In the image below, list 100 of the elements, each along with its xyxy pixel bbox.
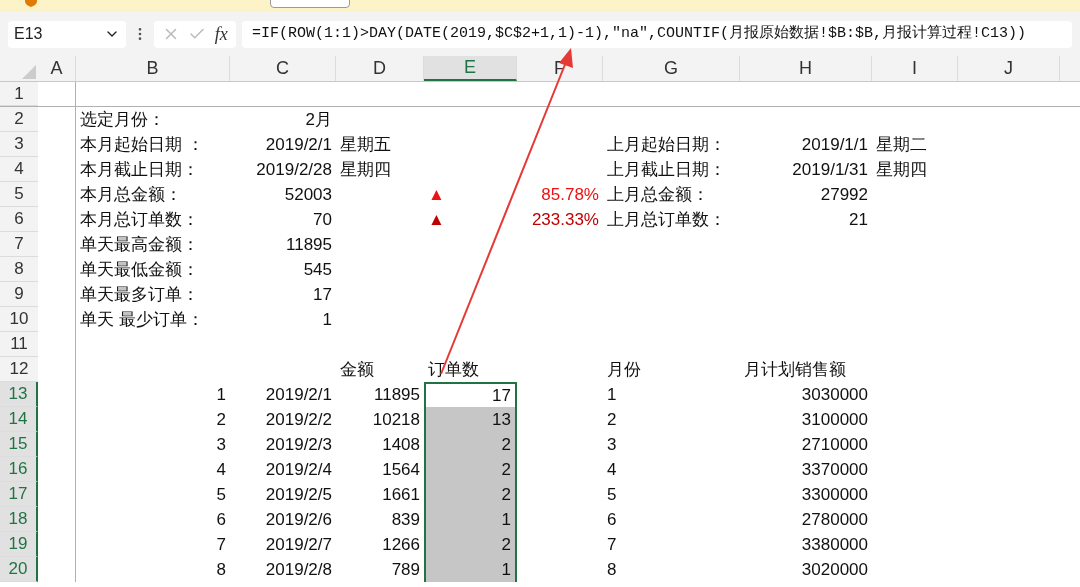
table-cell-text: 8 [606, 558, 618, 581]
table-cell-text: 2019/2/2 [264, 408, 333, 431]
row-header[interactable]: 5 [0, 182, 38, 207]
table-cell-text: 4 [215, 458, 227, 481]
table-cell: 13 [424, 407, 517, 432]
table-cell: 2 [424, 482, 517, 507]
table-cell-text: 单天最多订单： [79, 283, 200, 306]
table-cell-text: 上月起始日期： [606, 133, 727, 156]
table-cell-text: 2 [215, 408, 227, 431]
table-cell-text: 3020000 [800, 558, 869, 581]
row-header[interactable]: 15 [0, 432, 38, 457]
table-cell-text: 1 [215, 383, 227, 406]
column-header[interactable]: H [740, 56, 872, 81]
table-cell-text: 21 [848, 208, 869, 231]
table-cell-text: 本月总订单数： [79, 208, 200, 231]
table-cell-text: 本月截止日期： [79, 158, 200, 181]
table-cell: 1 [424, 557, 517, 582]
insert-function-button[interactable]: fx [214, 20, 228, 48]
table-cell-text: 2019/1/31 [791, 158, 869, 181]
table-cell-text: 17 [312, 283, 333, 306]
column-header[interactable]: A [38, 56, 76, 81]
row-header[interactable]: 7 [0, 232, 38, 257]
table-cell-text: 10218 [371, 408, 421, 431]
formula-field[interactable]: =IF(ROW(1:1)>DAY(DATE(2019,$C$2+1,1)-1),"na",COUNTIF(月报原始数据!$B:$B,月报计算过程!C13)) [242, 20, 1072, 48]
table-cell-text: 本月起始日期 ： [79, 133, 205, 156]
table-cell-text: 5 [606, 483, 618, 506]
table-cell-text: 月计划销售额 [743, 358, 847, 381]
table-cell-text: 单天最高金额： [79, 233, 200, 256]
table-cell-text: 2019/2/8 [264, 558, 333, 581]
table-cell-text: 2019/1/1 [800, 133, 869, 156]
row-header[interactable]: 6 [0, 207, 38, 232]
table-cell-text: 单天最低金额： [79, 258, 200, 281]
table-cell-text: 单天 最少订单： [79, 308, 205, 331]
table-cell-text: 85.78% [540, 183, 600, 206]
table-cell-text: 3370000 [800, 458, 869, 481]
table-cell-text: 上月总金额： [606, 183, 710, 206]
table-cell-text: ▲ [427, 208, 446, 231]
table-cell-text: 选定月份： [79, 108, 166, 131]
table-cell-text: 5 [215, 483, 227, 506]
table-cell-text: 星期五 [339, 133, 392, 156]
row-header[interactable]: 12 [0, 357, 38, 382]
table-cell-text: 8 [215, 558, 227, 581]
table-cell-text: 545 [302, 258, 333, 281]
table-cell-text: 2780000 [800, 508, 869, 531]
row-header[interactable]: 3 [0, 132, 38, 157]
column-header[interactable]: B [76, 56, 230, 81]
row-header[interactable]: 14 [0, 407, 38, 432]
row-header[interactable]: 11 [0, 332, 38, 357]
table-cell-text: 星期二 [875, 133, 928, 156]
table-cell-text: 7 [215, 533, 227, 556]
table-cell-text: 3100000 [800, 408, 869, 431]
row-header[interactable]: 13 [0, 382, 38, 407]
table-cell-text: 1564 [381, 458, 421, 481]
column-header[interactable]: E [424, 56, 517, 81]
table-cell-text: 52003 [283, 183, 333, 206]
table-cell: 17 [424, 382, 517, 407]
table-cell-text: 2019/2/6 [264, 508, 333, 531]
column-header[interactable]: J [958, 56, 1060, 81]
column-header[interactable]: G [603, 56, 740, 81]
select-all-icon[interactable] [22, 65, 36, 79]
row-header[interactable]: 8 [0, 257, 38, 282]
table-cell-text: 3 [215, 433, 227, 456]
table-cell-text: 839 [390, 508, 421, 531]
row-header[interactable]: 17 [0, 482, 38, 507]
column-header[interactable]: I [872, 56, 958, 81]
row-header[interactable]: 19 [0, 532, 38, 557]
row-header[interactable]: 18 [0, 507, 38, 532]
table-cell-text: 2019/2/1 [264, 383, 333, 406]
table-cell-text: 3300000 [800, 483, 869, 506]
row-header[interactable]: 9 [0, 282, 38, 307]
table-cell-text: 本月总金额： [79, 183, 183, 206]
table-cell-text: 2 [606, 408, 618, 431]
table-cell-text: 2019/2/4 [264, 458, 333, 481]
row-header[interactable]: 16 [0, 457, 38, 482]
table-cell-text: 2019/2/28 [255, 158, 333, 181]
name-box[interactable]: E13 [8, 20, 126, 48]
column-header[interactable]: C [230, 56, 336, 81]
table-cell-text: 2019/2/5 [264, 483, 333, 506]
table-cell-text: 2019/2/7 [264, 533, 333, 556]
row-header[interactable]: 2 [0, 107, 38, 132]
table-cell-text: 233.33% [530, 208, 600, 231]
row-header[interactable]: 4 [0, 157, 38, 182]
row-header[interactable]: 10 [0, 307, 38, 332]
table-cell-text: 星期四 [875, 158, 928, 181]
table-cell-text: 11895 [285, 233, 333, 256]
table-cell-text: 上月总订单数： [606, 208, 727, 231]
row-header[interactable]: 1 [0, 82, 38, 106]
table-cell-text: 11895 [373, 383, 421, 406]
table-cell-text: 6 [606, 508, 618, 531]
table-cell-text: 3030000 [800, 383, 869, 406]
cell-reference: E13 [14, 24, 43, 44]
table-cell-text: 上月截止日期： [606, 158, 727, 181]
row-header[interactable]: 20 [0, 557, 38, 582]
table-cell-text: 2019/2/1 [264, 133, 333, 156]
table-cell-text: 星期四 [339, 158, 392, 181]
table-cell: 2 [424, 457, 517, 482]
table-cell: 2 [424, 532, 517, 557]
table-cell: 1 [424, 507, 517, 532]
table-cell-text: 1 [606, 383, 618, 406]
table-cell-text: 1661 [381, 483, 421, 506]
